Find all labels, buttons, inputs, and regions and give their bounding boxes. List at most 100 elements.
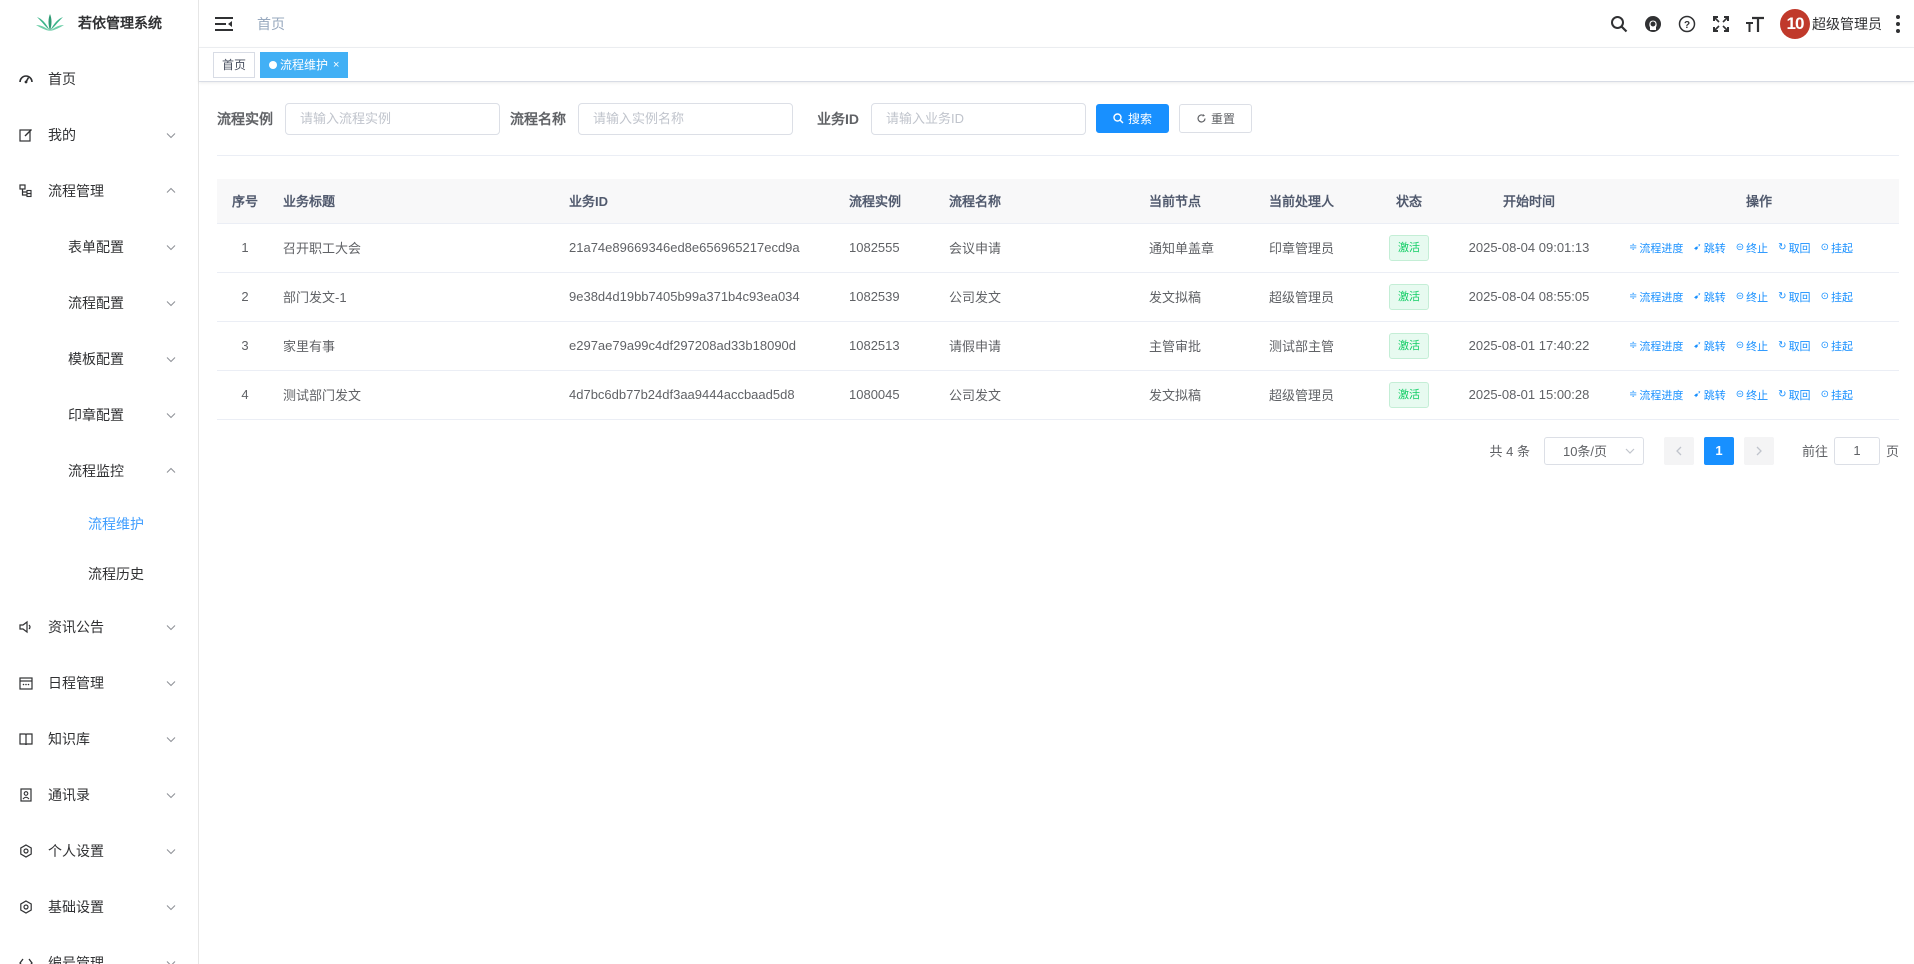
jump-button[interactable]: ➹ 跳转: [1693, 387, 1725, 403]
sidebar-menu: 首页 我的 流程管理 表单配置 流程配置模板配置印章配置 流程监控 流程维护 流程历史 资讯公告…: [0, 51, 198, 964]
col-ops: 操作: [1619, 179, 1899, 224]
suspend-icon: ⊙: [1820, 389, 1829, 400]
page-size-value: 10条/页: [1562, 444, 1608, 459]
user-name[interactable]: 超级管理员: [1812, 14, 1882, 34]
sidebar-item-form-config[interactable]: 表单配置: [0, 219, 198, 275]
cell-ops: ≑ 流程进度 ➹ 跳转 ⊝ 终止 ↻ 取回 ⊙ 挂起: [1619, 370, 1899, 420]
code-icon: [18, 955, 34, 964]
col-biz-id: 业务ID: [569, 179, 849, 224]
table-body: 1 召开职工大会 21a74e89669346ed8e656965217ecd9a 1…: [217, 223, 1899, 420]
font-size-tool[interactable]: [1738, 0, 1772, 48]
sidebar-item-process-history[interactable]: 流程历史: [0, 549, 198, 599]
cell-instance: 1082513: [849, 321, 949, 371]
suspend-button[interactable]: ⊙ 挂起: [1821, 338, 1853, 354]
sidebar-item-mine[interactable]: 我的: [0, 107, 198, 163]
sidebar-item-contacts[interactable]: 通讯录: [0, 767, 198, 823]
stop-icon: ⊝: [1735, 340, 1745, 351]
cell-start: 2025-08-01 17:40:22: [1439, 321, 1619, 371]
terminate-button[interactable]: ⊝ 终止: [1736, 289, 1768, 305]
sidebar-item-schedule[interactable]: 日程管理: [0, 655, 198, 711]
cell-ops: ≑ 流程进度 ➹ 跳转 ⊝ 终止 ↻ 取回 ⊙ 挂起: [1619, 321, 1899, 371]
close-icon[interactable]: ×: [333, 59, 339, 71]
sidebar-item-label: 模板配置: [68, 351, 124, 367]
fullscreen-tool[interactable]: [1704, 0, 1738, 48]
main-content: 流程实例 流程名称 业务ID 搜索 重置 序号 业务标题 业务ID 流程实例 流…: [217, 82, 1899, 466]
sidebar-item-template-config[interactable]: 模板配置: [0, 331, 198, 387]
progress-button[interactable]: ≑ 流程进度: [1629, 338, 1683, 354]
sidebar-item-process-monitor[interactable]: 流程监控: [0, 443, 198, 499]
jump-button[interactable]: ➹ 跳转: [1693, 240, 1725, 256]
docs-tool[interactable]: ?: [1670, 0, 1704, 48]
cell-instance: 1082539: [849, 272, 949, 322]
name-label: 流程名称: [510, 110, 566, 127]
op-label: 跳转: [1703, 389, 1726, 402]
hamburger-icon[interactable]: [215, 16, 233, 32]
biz-id-input[interactable]: [871, 102, 1086, 135]
sidebar-item-process-maintenance[interactable]: 流程维护: [0, 499, 198, 549]
terminate-button[interactable]: ⊝ 终止: [1736, 338, 1768, 354]
progress-icon: ≑: [1629, 389, 1638, 400]
github-tool[interactable]: [1636, 0, 1670, 48]
chevron-up-icon: [166, 467, 176, 473]
retrieve-button[interactable]: ↻ 取回: [1778, 387, 1810, 403]
sidebar-item-basic-settings[interactable]: 基础设置: [0, 879, 198, 935]
suspend-button[interactable]: ⊙ 挂起: [1821, 289, 1853, 305]
tag-home[interactable]: 首页: [213, 51, 256, 78]
goto-input[interactable]: [1833, 436, 1880, 465]
sidebar-item-process-config[interactable]: 流程配置: [0, 275, 198, 331]
reset-button[interactable]: 重置: [1179, 104, 1252, 133]
retrieve-button[interactable]: ↻ 取回: [1778, 338, 1810, 354]
sidebar-item-news[interactable]: 资讯公告: [0, 599, 198, 655]
next-page-button[interactable]: [1743, 436, 1774, 465]
avatar[interactable]: 10: [1780, 9, 1810, 39]
terminate-button[interactable]: ⊝ 终止: [1736, 387, 1768, 403]
sidebar-item-personal-settings[interactable]: 个人设置: [0, 823, 198, 879]
sidebar-item-home[interactable]: 首页: [0, 51, 198, 107]
chevron-down-icon: [166, 301, 176, 307]
name-input[interactable]: [578, 102, 793, 135]
col-name: 流程名称: [949, 179, 1149, 224]
progress-button[interactable]: ≑ 流程进度: [1629, 289, 1683, 305]
suspend-button[interactable]: ⊙ 挂起: [1821, 240, 1853, 256]
search-tool[interactable]: [1602, 0, 1636, 48]
calendar-icon: [18, 675, 34, 691]
cell-biz-id: e297ae79a99c4df297208ad33b18090d: [569, 321, 849, 371]
retrieve-button[interactable]: ↻ 取回: [1778, 289, 1810, 305]
jump-button[interactable]: ➹ 跳转: [1693, 289, 1725, 305]
cell-start: 2025-08-04 09:01:13: [1439, 223, 1619, 273]
suspend-button[interactable]: ⊙ 挂起: [1821, 387, 1853, 403]
retrieve-button[interactable]: ↻ 取回: [1778, 240, 1810, 256]
cell-no: 4: [217, 370, 273, 420]
chevron-down-icon: [166, 245, 176, 251]
page-size-select[interactable]: 10条/页: [1543, 436, 1644, 465]
progress-button[interactable]: ≑ 流程进度: [1629, 240, 1683, 256]
app-title: 若依管理系统: [78, 15, 162, 31]
terminate-button[interactable]: ⊝ 终止: [1736, 240, 1768, 256]
sidebar-item-knowledge[interactable]: 知识库: [0, 711, 198, 767]
chevron-down-icon: [166, 737, 176, 743]
book-icon: [18, 731, 34, 747]
op-label: 跳转: [1703, 340, 1726, 353]
tag-process-maintenance[interactable]: 流程维护 ×: [260, 51, 349, 78]
search-button-label: 搜索: [1127, 112, 1152, 126]
logo-icon: [36, 14, 64, 31]
instance-input[interactable]: [285, 102, 500, 135]
search-icon: [1113, 113, 1124, 124]
more-icon[interactable]: [1888, 15, 1908, 33]
chevron-down-icon: [166, 849, 176, 855]
op-label: 流程进度: [1639, 340, 1684, 353]
col-node: 当前节点: [1149, 179, 1269, 224]
logo[interactable]: 若依管理系统: [0, 0, 198, 46]
page-number[interactable]: 1: [1703, 436, 1734, 465]
page-jumper: 前往 页: [1802, 436, 1899, 465]
sidebar-item-seal-config[interactable]: 印章配置: [0, 387, 198, 443]
search-button[interactable]: 搜索: [1096, 104, 1169, 133]
prev-page-button[interactable]: [1663, 436, 1694, 465]
cell-node: 发文拟稿: [1149, 272, 1269, 322]
sidebar-item-process-mgmt[interactable]: 流程管理: [0, 163, 198, 219]
sidebar-item-numbering[interactable]: 编号管理: [0, 935, 198, 964]
op-label: 终止: [1746, 340, 1769, 353]
jump-button[interactable]: ➹ 跳转: [1693, 338, 1725, 354]
progress-button[interactable]: ≑ 流程进度: [1629, 387, 1683, 403]
breadcrumb[interactable]: 首页: [257, 14, 285, 34]
